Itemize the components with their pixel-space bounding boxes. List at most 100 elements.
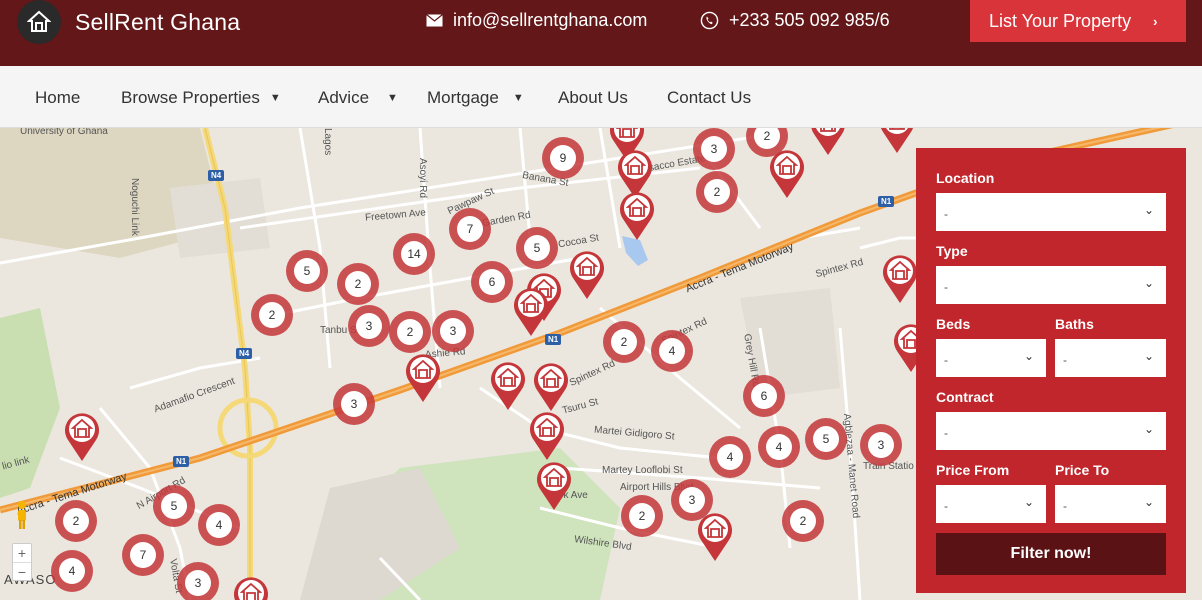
zoom-out-button[interactable]: −	[13, 562, 31, 580]
map-cluster-marker[interactable]: 3	[860, 424, 902, 466]
house-pin-icon[interactable]	[880, 252, 920, 304]
nav-browse-label: Browse Properties	[121, 88, 260, 107]
brand-name[interactable]: SellRent Ghana	[75, 9, 240, 36]
beds-value: -	[944, 353, 948, 367]
baths-label: Baths	[1055, 316, 1094, 332]
map-cluster-marker[interactable]: 2	[251, 294, 293, 336]
type-label: Type	[936, 243, 968, 259]
map-cluster-marker[interactable]: 4	[51, 550, 93, 592]
map-cluster-marker[interactable]: 9	[542, 137, 584, 179]
map-cluster-marker[interactable]: 2	[389, 311, 431, 353]
house-pin-icon[interactable]	[767, 147, 807, 199]
search-filter-panel: Location - ⌄ Type - ⌄ Beds Baths - ⌄ - ⌄…	[916, 148, 1186, 593]
map-cluster-marker[interactable]: 5	[153, 485, 195, 527]
map-cluster-marker[interactable]: 2	[696, 171, 738, 213]
price-from-select[interactable]: - ⌄	[936, 485, 1046, 523]
street-view-pegman-icon[interactable]	[13, 500, 31, 530]
contract-value: -	[944, 426, 948, 440]
cluster-count: 3	[341, 391, 367, 417]
cluster-count: 2	[790, 508, 816, 534]
map-cluster-marker[interactable]: 5	[516, 227, 558, 269]
price-to-label: Price To	[1055, 462, 1110, 478]
type-select[interactable]: - ⌄	[936, 266, 1166, 304]
house-pin-icon[interactable]	[403, 351, 443, 403]
map-cluster-marker[interactable]: 6	[743, 375, 785, 417]
map-label: Martey Looflobi St	[602, 465, 683, 476]
cluster-count: 7	[457, 216, 483, 242]
cluster-count: 2	[63, 508, 89, 534]
price-from-value: -	[944, 499, 948, 513]
map-cluster-marker[interactable]: 5	[805, 418, 847, 460]
envelope-icon	[426, 14, 443, 27]
contract-label: Contract	[936, 389, 994, 405]
cluster-count: 6	[479, 269, 505, 295]
email-contact[interactable]: info@sellrentghana.com	[426, 10, 647, 31]
cluster-count: 4	[717, 444, 743, 470]
nav-mortgage[interactable]: Mortgage ▼	[427, 88, 524, 108]
location-select[interactable]: - ⌄	[936, 193, 1166, 231]
house-pin-icon[interactable]	[511, 285, 551, 337]
map-cluster-marker[interactable]: 4	[198, 504, 240, 546]
map-cluster-marker[interactable]: 14	[393, 233, 435, 275]
map-cluster-marker[interactable]: 6	[471, 261, 513, 303]
map-cluster-marker[interactable]: 3	[177, 562, 219, 600]
map-cluster-marker[interactable]: 2	[337, 263, 379, 305]
map-cluster-marker[interactable]: 2	[621, 495, 663, 537]
baths-select[interactable]: - ⌄	[1055, 339, 1166, 377]
map-cluster-marker[interactable]: 5	[286, 250, 328, 292]
logo[interactable]	[17, 0, 61, 44]
map-cluster-marker[interactable]: 4	[709, 436, 751, 478]
cluster-count: 3	[701, 136, 727, 162]
contract-select[interactable]: - ⌄	[936, 412, 1166, 450]
map-label: Lagos	[322, 128, 333, 156]
zoom-in-button[interactable]: +	[13, 544, 31, 562]
map-cluster-marker[interactable]: 4	[651, 330, 693, 372]
phone-icon	[700, 11, 719, 30]
map-cluster-marker[interactable]: 7	[449, 208, 491, 250]
nav-browse-properties[interactable]: Browse Properties ▼	[121, 88, 281, 108]
house-pin-icon[interactable]	[567, 248, 607, 300]
list-property-button[interactable]: List Your Property ›	[970, 0, 1186, 42]
cluster-count: 4	[659, 338, 685, 364]
map-cluster-marker[interactable]: 3	[333, 383, 375, 425]
house-pin-icon[interactable]	[62, 410, 102, 462]
house-pin-icon[interactable]	[808, 128, 848, 156]
house-pin-icon[interactable]	[695, 510, 735, 562]
beds-select[interactable]: - ⌄	[936, 339, 1046, 377]
nav-home[interactable]: Home	[35, 88, 80, 108]
house-pin-icon[interactable]	[877, 128, 917, 154]
chevron-down-icon: ⌄	[1143, 276, 1154, 290]
house-pin-icon[interactable]	[617, 189, 657, 241]
cluster-count: 2	[629, 503, 655, 529]
chevron-down-icon: ▼	[512, 92, 524, 104]
chevron-down-icon: ⌄	[1143, 422, 1154, 436]
phone-contact[interactable]: +233 505 092 985/6	[700, 10, 890, 31]
phone-text: +233 505 092 985/6	[729, 10, 890, 30]
house-pin-icon[interactable]	[527, 409, 567, 461]
price-to-select[interactable]: - ⌄	[1055, 485, 1166, 523]
nav-about-us[interactable]: About Us	[558, 88, 628, 108]
filter-now-button[interactable]: Filter now!	[936, 533, 1166, 575]
map-cluster-marker[interactable]: 3	[693, 128, 735, 170]
map-cluster-marker[interactable]: 7	[122, 534, 164, 576]
nav-contact-us[interactable]: Contact Us	[667, 88, 751, 108]
cluster-count: 2	[345, 271, 371, 297]
map-cluster-marker[interactable]: 2	[55, 500, 97, 542]
cluster-count: 4	[206, 512, 232, 538]
house-pin-icon[interactable]	[531, 360, 571, 412]
location-label: Location	[936, 170, 995, 186]
map-cluster-marker[interactable]: 3	[432, 310, 474, 352]
map-cluster-marker[interactable]: 3	[348, 305, 390, 347]
house-pin-icon[interactable]	[488, 359, 528, 411]
cluster-count: 3	[185, 570, 211, 596]
house-pin-icon[interactable]	[231, 574, 271, 600]
email-text: info@sellrentghana.com	[453, 10, 648, 30]
map-cluster-marker[interactable]: 2	[782, 500, 824, 542]
chevron-down-icon: ⌄	[1143, 349, 1154, 363]
map-cluster-marker[interactable]: 4	[758, 426, 800, 468]
map-cluster-marker[interactable]: 2	[603, 321, 645, 363]
cluster-count: 5	[813, 426, 839, 452]
nav-advice[interactable]: Advice ▼	[318, 88, 398, 108]
zoom-control: + −	[12, 543, 32, 581]
house-pin-icon[interactable]	[534, 459, 574, 511]
